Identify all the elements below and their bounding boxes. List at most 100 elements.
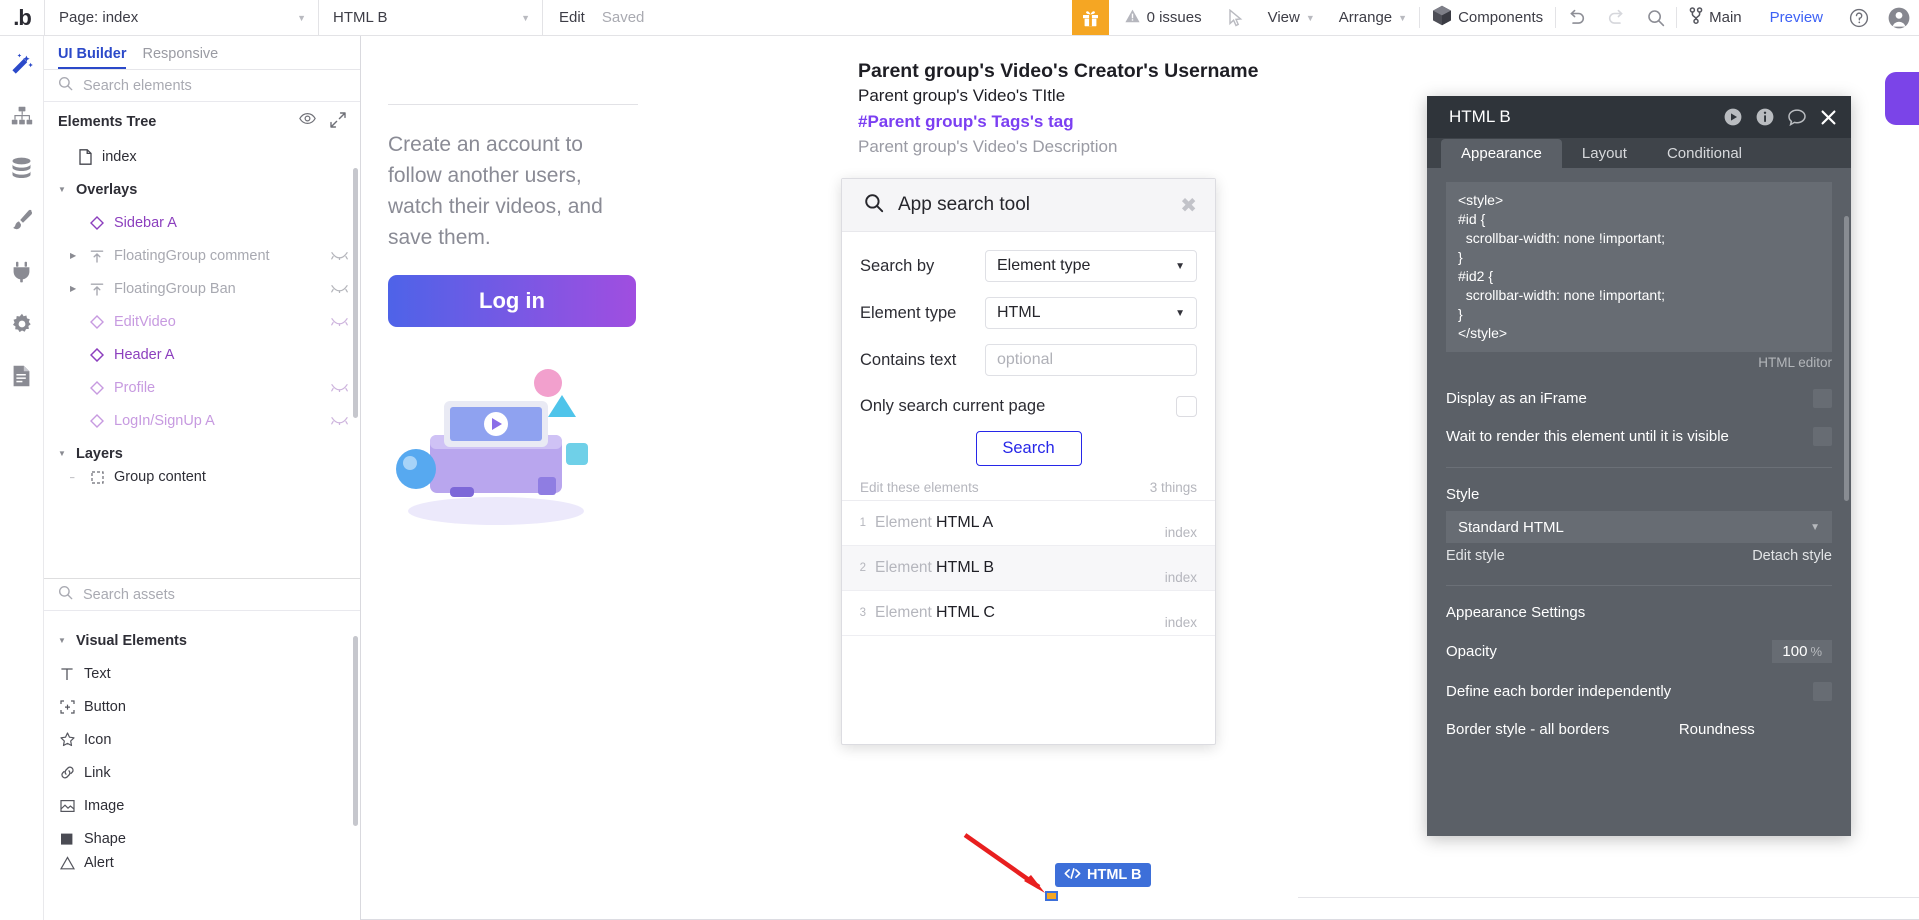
eye-hidden-icon[interactable] (331, 248, 348, 264)
palette-item-link[interactable]: Link (44, 756, 360, 789)
selected-element-badge[interactable]: HTML B (1055, 863, 1151, 887)
wait-to-render-checkbox[interactable] (1813, 427, 1832, 446)
info-circle-icon[interactable] (1756, 108, 1774, 126)
styles-brush-icon[interactable] (8, 206, 36, 234)
help-circle-icon[interactable] (1839, 0, 1879, 35)
tree-item-index[interactable]: index (44, 140, 360, 173)
design-wand-icon[interactable] (8, 50, 36, 78)
define-borders-checkbox[interactable] (1813, 682, 1832, 701)
palette-item-shape[interactable]: Shape (44, 822, 360, 855)
search-assets-input[interactable] (83, 586, 347, 603)
edit-button[interactable]: Edit (542, 0, 596, 35)
collapse-icon[interactable]: – (70, 473, 80, 482)
html-code-editor[interactable]: <style> #id { scrollbar-width: none !imp… (1446, 182, 1832, 352)
expand-arrows-icon[interactable] (330, 112, 346, 132)
search-elements-input[interactable] (83, 77, 346, 94)
palette-item-image[interactable]: Image (44, 789, 360, 822)
tree-item-editvideo[interactable]: EditVideo (44, 305, 360, 338)
tree-item-login-signup-a[interactable]: LogIn/SignUp A (44, 404, 360, 437)
diamond-icon (88, 380, 106, 395)
chevron-right-icon[interactable]: ▶ (70, 251, 80, 260)
visual-elements-header[interactable]: ▼ Visual Elements (44, 624, 360, 657)
plugins-plug-icon[interactable] (8, 258, 36, 286)
chevron-right-icon[interactable]: ▶ (70, 284, 80, 293)
tree-item-header-a[interactable]: Header A (44, 338, 360, 371)
tree-group-overlays[interactable]: ▼ Overlays (44, 173, 360, 206)
tree-scrollbar[interactable] (353, 168, 358, 418)
table-row[interactable]: 1 Element HTML A index (842, 501, 1215, 546)
tab-appearance[interactable]: Appearance (1441, 139, 1562, 168)
diamond-icon (88, 215, 106, 230)
bubble-logo[interactable]: .b (0, 0, 44, 35)
tree-item-sidebar-a[interactable]: Sidebar A (44, 206, 360, 239)
account-avatar-icon[interactable] (1879, 0, 1919, 35)
detach-style-link[interactable]: Detach style (1752, 548, 1832, 564)
search-button[interactable]: Search (975, 431, 1082, 466)
opacity-input[interactable]: 100% (1772, 640, 1832, 663)
gift-icon[interactable] (1071, 0, 1109, 35)
view-menu[interactable]: View ▼ (1256, 0, 1327, 35)
tree-item-floatinggroup-comment[interactable]: ▶ FloatingGroup comment (44, 239, 360, 272)
tree-item-floatinggroup-ban[interactable]: ▶ FloatingGroup Ban (44, 272, 360, 305)
table-row[interactable]: 2 Element HTML B index (842, 546, 1215, 591)
tab-responsive[interactable]: Responsive (142, 46, 218, 69)
branch-selector[interactable]: Main (1677, 0, 1754, 35)
close-x-icon[interactable]: ✖ (1180, 193, 1197, 218)
property-panel-scrollbar[interactable] (1844, 216, 1849, 501)
page-selector[interactable]: Page: index ▼ (44, 0, 318, 35)
top-toolbar: .b Page: index ▼ HTML B ▼ Edit Saved 0 i… (0, 0, 1919, 36)
tab-ui-builder[interactable]: UI Builder (58, 46, 127, 69)
app-search-modal: App search tool ✖ Search by Element type… (841, 178, 1216, 745)
palette-item-text[interactable]: Text (44, 657, 360, 690)
tree-item-group-content[interactable]: – Group content (44, 470, 360, 484)
only-current-page-checkbox[interactable] (1176, 396, 1197, 417)
palette-item-icon[interactable]: Icon (44, 723, 360, 756)
element-resize-handle[interactable] (1045, 891, 1058, 901)
search-icon (864, 193, 884, 218)
assets-scrollbar[interactable] (353, 636, 358, 826)
tree-group-layers[interactable]: ▼ Layers (44, 437, 360, 470)
login-button[interactable]: Log in (388, 275, 636, 327)
eye-hidden-icon[interactable] (331, 281, 348, 297)
close-x-icon[interactable] (1820, 109, 1837, 126)
search-icon[interactable] (1636, 0, 1676, 35)
workflow-tree-icon[interactable] (8, 102, 36, 130)
settings-gear-icon[interactable] (8, 310, 36, 338)
style-select[interactable]: Standard HTML ▼ (1446, 511, 1832, 543)
display-as-iframe-checkbox[interactable] (1813, 389, 1832, 408)
palette-item-button[interactable]: Button (44, 690, 360, 723)
eye-hidden-icon[interactable] (331, 314, 348, 330)
chevron-down-icon[interactable]: ▼ (58, 636, 68, 645)
chevron-down-icon[interactable]: ▼ (58, 185, 68, 194)
tab-conditional[interactable]: Conditional (1647, 139, 1762, 168)
tree-item-profile[interactable]: Profile (44, 371, 360, 404)
element-type-select[interactable]: HTML ▼ (985, 297, 1197, 329)
play-circle-icon[interactable] (1724, 108, 1742, 126)
logs-document-icon[interactable] (8, 362, 36, 390)
eye-hidden-icon[interactable] (331, 380, 348, 396)
element-type-row: Element type HTML ▼ (860, 297, 1197, 329)
define-borders-label: Define each border independently (1446, 683, 1672, 700)
preview-button[interactable]: Preview (1754, 0, 1839, 35)
opacity-unit: % (1810, 644, 1822, 659)
eye-hidden-icon[interactable] (331, 413, 348, 429)
edit-style-link[interactable]: Edit style (1446, 548, 1505, 564)
contains-text-input[interactable]: optional (985, 344, 1197, 376)
cursor-arrow-icon[interactable] (1216, 0, 1256, 35)
palette-item-alert[interactable]: Alert (44, 855, 360, 871)
follow-button[interactable] (1885, 72, 1919, 125)
search-by-select[interactable]: Element type ▼ (985, 250, 1197, 282)
visual-elements-section: ▼ Visual Elements Text Button Icon Link … (44, 624, 360, 872)
components-button[interactable]: Components (1420, 0, 1555, 35)
undo-icon[interactable] (1556, 0, 1596, 35)
tree-item-label: EditVideo (114, 313, 176, 330)
comment-bubble-icon[interactable] (1788, 108, 1806, 126)
arrange-menu[interactable]: Arrange ▼ (1327, 0, 1419, 35)
table-row[interactable]: 3 Element HTML C index (842, 591, 1215, 636)
chevron-down-icon[interactable]: ▼ (58, 449, 68, 458)
element-selector[interactable]: HTML B ▼ (318, 0, 542, 35)
tab-layout[interactable]: Layout (1562, 139, 1647, 168)
eye-icon[interactable] (299, 112, 316, 132)
issues-indicator[interactable]: 0 issues (1109, 0, 1216, 35)
database-icon[interactable] (8, 154, 36, 182)
